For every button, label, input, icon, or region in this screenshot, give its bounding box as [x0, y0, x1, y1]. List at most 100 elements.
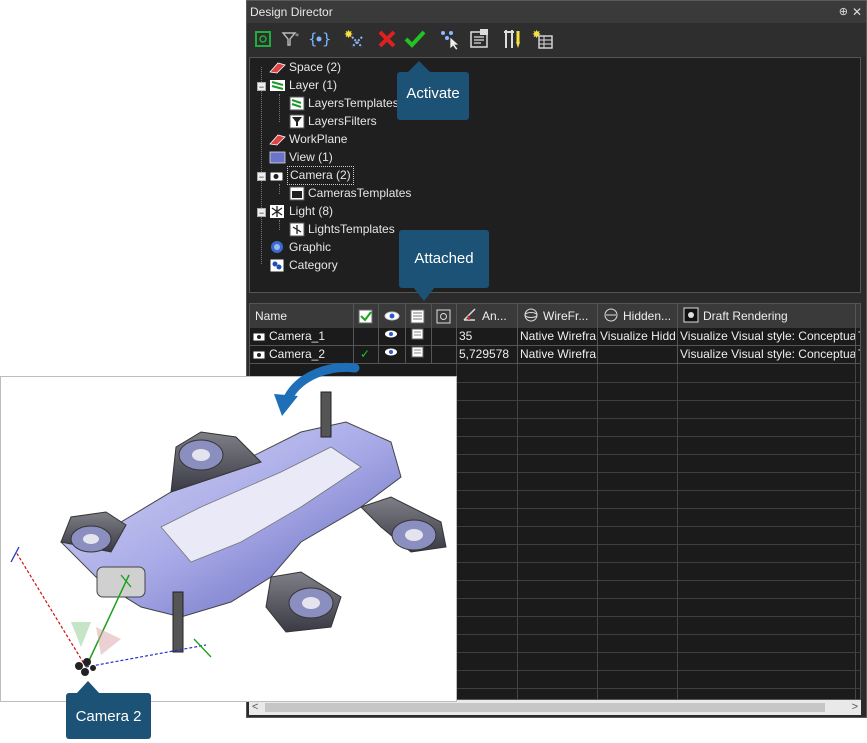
- tree-item-lights-templates[interactable]: LightsTemplates: [279, 221, 395, 238]
- cell-target[interactable]: [432, 328, 457, 346]
- cell-attached[interactable]: [406, 346, 432, 364]
- tree-item-label: Light (8): [289, 204, 334, 218]
- column-header-name[interactable]: Name: [250, 304, 354, 328]
- cell-draft[interactable]: Visualize Visual style: Conceptua: [678, 328, 856, 346]
- tree-item-space[interactable]: Space (2): [261, 59, 341, 76]
- tree-item-label: WorkPlane: [289, 132, 348, 146]
- table-row[interactable]: Camera_1 35 Native Wirefra Visualize Hid…: [250, 328, 860, 346]
- cell-hidden[interactable]: Visualize Hidd: [598, 328, 678, 346]
- cell-hidden[interactable]: [598, 346, 678, 364]
- cell-name: Camera_1: [250, 328, 354, 346]
- title-bar: Design Director ⊕ ✕: [247, 1, 866, 23]
- tree-item-layers-filters[interactable]: LayersFilters: [279, 113, 377, 130]
- tree-item-light[interactable]: Light (8): [261, 203, 333, 220]
- cell-angle[interactable]: 35: [457, 328, 518, 346]
- tools-icon[interactable]: [501, 27, 525, 51]
- column-header-more[interactable]: [856, 304, 860, 328]
- column-header-wireframe[interactable]: WireFr...: [518, 304, 598, 328]
- scroll-left-icon[interactable]: <: [252, 700, 258, 715]
- column-header-angle[interactable]: An...: [457, 304, 518, 328]
- tree-view[interactable]: Space (2) − Layer (1) LayersTemplates La…: [249, 57, 861, 293]
- tree-item-category[interactable]: Category: [261, 257, 338, 274]
- refresh-icon[interactable]: [251, 27, 275, 51]
- callout-activate: Activate: [397, 61, 469, 120]
- graphic-icon: [271, 241, 283, 253]
- close-icon[interactable]: ✕: [852, 1, 862, 23]
- cell-attached[interactable]: [406, 328, 432, 346]
- layer-icon: [270, 80, 285, 91]
- new-icon[interactable]: ✸: [343, 27, 367, 51]
- cell-wireframe[interactable]: Native Wirefra: [518, 328, 598, 346]
- pick-icon[interactable]: [437, 27, 461, 51]
- select-all-icon[interactable]: {}: [307, 27, 331, 51]
- workplane-icon: [269, 134, 286, 146]
- grid-line: [597, 364, 598, 699]
- column-header-attached[interactable]: [406, 304, 432, 328]
- target-icon: [436, 309, 451, 324]
- space-icon: [269, 62, 286, 74]
- tree-item-label: CamerasTemplates: [308, 186, 412, 200]
- tree-item-camera[interactable]: Camera (2): [261, 166, 354, 185]
- cell-visible[interactable]: [379, 328, 406, 346]
- callout-pointer: [407, 61, 431, 73]
- grid-header: Name An... WireFr... Hidden... Draft Ren…: [250, 304, 860, 328]
- toolbar: * {} ✸ ✸: [247, 23, 866, 57]
- layers-filters-icon: [289, 114, 305, 129]
- table-icon[interactable]: ✸: [531, 27, 555, 51]
- callout-pointer: [76, 681, 100, 694]
- cell-angle[interactable]: 5,729578: [457, 346, 518, 364]
- callout-camera2: Camera 2: [66, 681, 151, 739]
- cell-active[interactable]: [354, 328, 379, 346]
- properties-icon[interactable]: [467, 27, 491, 51]
- draft-rendering-icon: [683, 307, 699, 323]
- tree-item-graphic[interactable]: Graphic: [261, 239, 331, 256]
- tree-item-cameras-templates[interactable]: CamerasTemplates: [279, 185, 411, 202]
- cell-extra[interactable]: T: [856, 346, 860, 364]
- hidden-line-icon: [604, 308, 618, 322]
- callout-pointer: [413, 287, 435, 301]
- tree-item-view[interactable]: View (1): [261, 149, 333, 166]
- cell-extra[interactable]: T: [856, 328, 860, 346]
- tree-item-layer[interactable]: Layer (1): [261, 77, 337, 94]
- column-header-target[interactable]: [432, 304, 457, 328]
- cell-target[interactable]: [432, 346, 457, 364]
- column-header-visible[interactable]: [379, 304, 406, 328]
- cell-name-text: Camera_1: [269, 329, 326, 343]
- layers-templates-icon: [289, 96, 305, 111]
- cell-visible[interactable]: [379, 346, 406, 364]
- view-icon: [269, 151, 286, 164]
- grid-line: [517, 364, 518, 699]
- column-header-wireframe-label: WireFr...: [543, 309, 589, 323]
- column-header-active[interactable]: [354, 304, 379, 328]
- tree-item-workplane[interactable]: WorkPlane: [261, 131, 347, 148]
- horizontal-scrollbar[interactable]: < >: [249, 700, 861, 715]
- tree-item-label: LayersFilters: [308, 114, 377, 128]
- column-header-draft[interactable]: Draft Rendering: [678, 304, 856, 328]
- eye-icon: [384, 311, 400, 321]
- window-title: Design Director: [250, 5, 333, 19]
- attached-icon: [410, 309, 425, 324]
- cell-wireframe[interactable]: Native Wirefra: [518, 346, 598, 364]
- eye-icon: [385, 348, 397, 356]
- scroll-right-icon[interactable]: >: [852, 700, 858, 715]
- svg-text:}: }: [322, 30, 330, 48]
- svg-text:*: *: [295, 32, 299, 41]
- activate-icon[interactable]: [403, 27, 427, 51]
- pin-icon[interactable]: ⊕: [839, 1, 848, 23]
- eye-icon: [385, 330, 397, 338]
- wireframe-icon: [524, 308, 538, 322]
- cell-draft[interactable]: Visualize Visual style: Conceptua: [678, 346, 856, 364]
- grid-line: [855, 364, 856, 699]
- delete-icon[interactable]: [375, 27, 399, 51]
- svg-text:✸: ✸: [344, 28, 353, 41]
- 3d-viewport[interactable]: [0, 376, 457, 702]
- filter-icon[interactable]: *: [279, 27, 303, 51]
- column-header-hidden[interactable]: Hidden...: [598, 304, 678, 328]
- callout-attached: Attached: [399, 230, 489, 301]
- svg-text:✸: ✸: [532, 28, 541, 41]
- camera-icon: [269, 170, 284, 182]
- scroll-thumb[interactable]: [265, 703, 825, 712]
- tree-item-label: LayersTemplates: [308, 96, 399, 110]
- tree-item-label: Graphic: [289, 240, 332, 254]
- tree-item-layers-templates[interactable]: LayersTemplates: [279, 95, 399, 112]
